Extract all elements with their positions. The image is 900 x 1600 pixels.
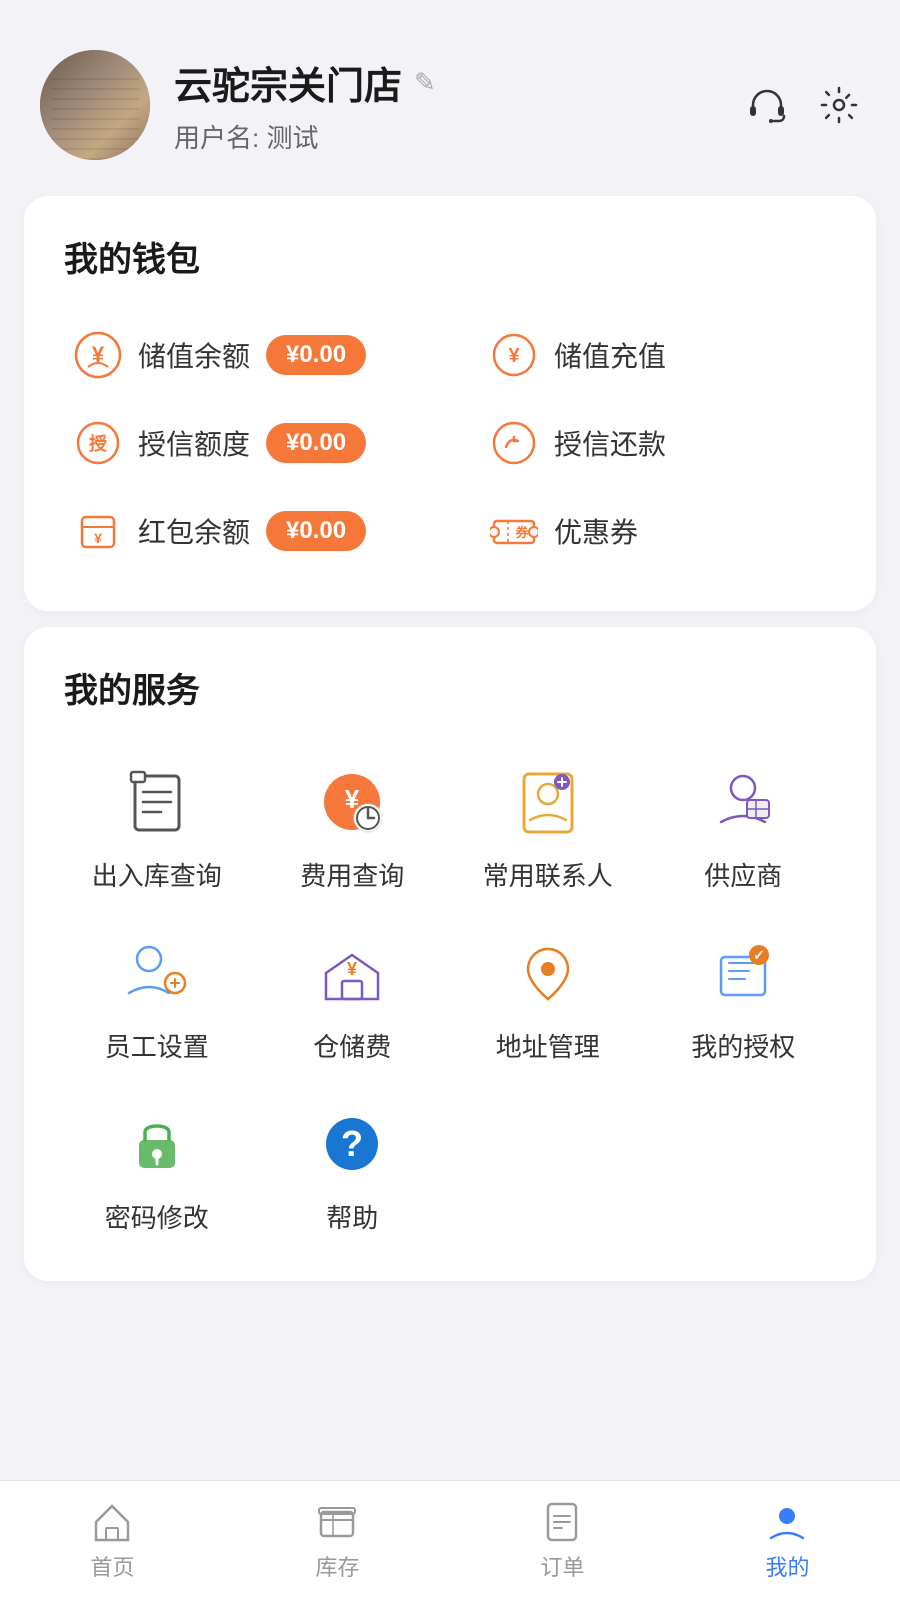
svg-text:授: 授: [89, 433, 108, 454]
settings-icon[interactable]: [818, 84, 860, 126]
avatar[interactable]: [40, 50, 150, 160]
staff-label: 员工设置: [105, 1027, 209, 1064]
service-inout[interactable]: 出入库查询: [64, 742, 250, 903]
savings-icon: ¥: [74, 331, 122, 379]
services-card: 我的服务 出入库查询 ¥: [24, 627, 876, 1281]
nav-mine[interactable]: 我的: [735, 1490, 839, 1592]
repay-label: 授信还款: [554, 423, 666, 463]
wallet-item-recharge[interactable]: ¥ 储值充值: [450, 311, 836, 399]
edit-icon[interactable]: ✎: [414, 67, 436, 98]
service-staff[interactable]: 员工设置: [64, 913, 250, 1074]
nav-home-label: 首页: [90, 1550, 134, 1582]
wallet-grid: ¥ 储值余额 ¥0.00 ¥ 储值充值 授: [64, 311, 836, 575]
user-info: 云驼宗关门店 ✎ 用户名: 测试: [174, 55, 436, 155]
services-grid: 出入库查询 ¥ 费用查询: [64, 742, 836, 1245]
headset-icon[interactable]: [746, 84, 788, 126]
coupon-icon: 券: [490, 507, 538, 555]
address-icon: [508, 933, 588, 1013]
wallet-card: 我的钱包 ¥ 储值余额 ¥0.00 ¥ 储值充值: [24, 196, 876, 611]
nav-home[interactable]: 首页: [60, 1490, 164, 1592]
svg-text:¥: ¥: [508, 345, 520, 367]
staff-icon: [117, 933, 197, 1013]
service-storage[interactable]: ¥ 仓储费: [260, 913, 446, 1074]
redpacket-amount: ¥0.00: [266, 511, 366, 551]
wallet-item-repay[interactable]: 授信还款: [450, 399, 836, 487]
storage-label: 仓储费: [313, 1027, 391, 1064]
fee-label: 费用查询: [300, 856, 404, 893]
redpacket-label: 红包余额: [138, 511, 250, 551]
auth-icon: ✓: [703, 933, 783, 1013]
service-supplier[interactable]: 供应商: [651, 742, 837, 903]
header-left: 云驼宗关门店 ✎ 用户名: 测试: [40, 50, 436, 160]
credit-label: 授信额度: [138, 423, 250, 463]
wallet-item-coupon[interactable]: 券 优惠券: [450, 487, 836, 575]
service-help[interactable]: ? 帮助: [260, 1084, 446, 1245]
wallet-item-savings[interactable]: ¥ 储值余额 ¥0.00: [64, 311, 450, 399]
recharge-label: 储值充值: [554, 335, 666, 375]
supplier-icon: [703, 762, 783, 842]
services-title: 我的服务: [64, 663, 836, 712]
contact-label: 常用联系人: [483, 856, 613, 893]
savings-label: 储值余额: [138, 335, 250, 375]
nav-orders[interactable]: 订单: [510, 1490, 614, 1592]
svg-text:?: ?: [341, 1123, 363, 1164]
svg-text:券: 券: [514, 525, 529, 540]
service-auth[interactable]: ✓ 我的授权: [651, 913, 837, 1074]
storage-icon: ¥: [312, 933, 392, 1013]
svg-text:✓: ✓: [753, 947, 765, 963]
username-label: 用户名: 测试: [174, 118, 436, 155]
header-right: [746, 84, 860, 126]
orders-icon: [540, 1500, 584, 1544]
nav-inventory[interactable]: 库存: [285, 1490, 389, 1592]
service-fee[interactable]: ¥ 费用查询: [260, 742, 446, 903]
password-label: 密码修改: [105, 1198, 209, 1235]
auth-label: 我的授权: [691, 1027, 795, 1064]
svg-text:¥: ¥: [347, 959, 357, 979]
credit-amount: ¥0.00: [266, 423, 366, 463]
supplier-label: 供应商: [704, 856, 782, 893]
home-icon: [90, 1500, 134, 1544]
address-label: 地址管理: [496, 1027, 600, 1064]
shop-name: 云驼宗关门店: [174, 55, 402, 110]
mine-icon: [765, 1500, 809, 1544]
redpacket-icon: ¥: [74, 507, 122, 555]
service-password[interactable]: 密码修改: [64, 1084, 250, 1245]
fee-icon: ¥: [312, 762, 392, 842]
service-contact[interactable]: 常用联系人: [455, 742, 641, 903]
nav-orders-label: 订单: [540, 1550, 584, 1582]
help-label: 帮助: [326, 1198, 378, 1235]
nav-inventory-label: 库存: [315, 1550, 359, 1582]
wallet-title: 我的钱包: [64, 232, 836, 281]
coupon-label: 优惠券: [554, 511, 638, 551]
header: 云驼宗关门店 ✎ 用户名: 测试: [0, 0, 900, 180]
recharge-icon: ¥: [490, 331, 538, 379]
nav-mine-label: 我的: [765, 1550, 809, 1582]
bottom-nav: 首页 库存 订单: [0, 1480, 900, 1600]
inout-label: 出入库查询: [92, 856, 222, 893]
password-icon: [117, 1104, 197, 1184]
shop-name-row: 云驼宗关门店 ✎: [174, 55, 436, 110]
service-address[interactable]: 地址管理: [455, 913, 641, 1074]
inout-icon: [117, 762, 197, 842]
wallet-item-credit[interactable]: 授 授信额度 ¥0.00: [64, 399, 450, 487]
wallet-item-redpacket[interactable]: ¥ 红包余额 ¥0.00: [64, 487, 450, 575]
repay-icon: [490, 419, 538, 467]
svg-text:¥: ¥: [94, 530, 102, 546]
contact-icon: [508, 762, 588, 842]
inventory-icon: [315, 1500, 359, 1544]
credit-icon: 授: [74, 419, 122, 467]
help-icon: ?: [312, 1104, 392, 1184]
savings-amount: ¥0.00: [266, 335, 366, 375]
